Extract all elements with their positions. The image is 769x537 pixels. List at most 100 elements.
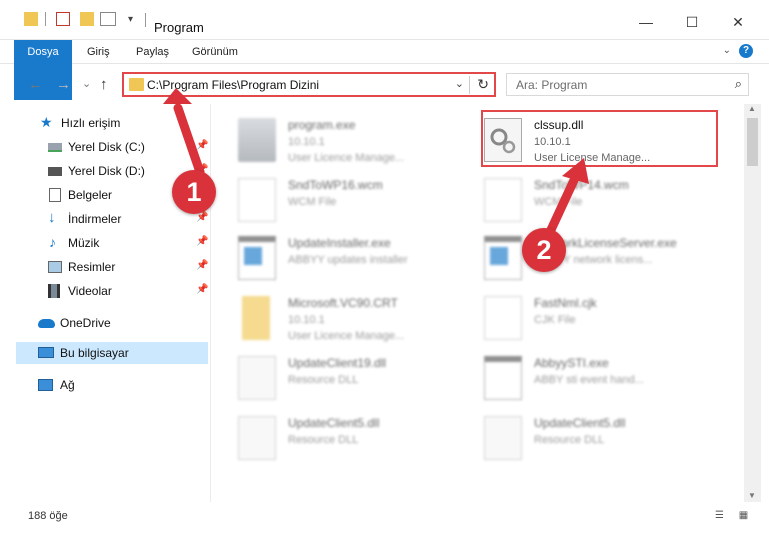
sidebar-item-label: Yerel Disk (C:) (68, 140, 145, 154)
customize-qa-icon[interactable]: ▾ (128, 14, 133, 30)
window-title: Program (154, 20, 204, 35)
pin-icon[interactable]: 📌 (196, 284, 208, 295)
refresh-icon[interactable]: ↻ (477, 76, 489, 93)
file-description: ABBYY updates installer (288, 254, 408, 266)
file-item[interactable]: FastNml.cjk CJK File (462, 288, 712, 348)
scroll-down-icon[interactable]: ▼ (748, 491, 756, 500)
ribbon-expand-icon[interactable]: ⌄ (723, 45, 731, 56)
new-folder-icon[interactable] (80, 12, 94, 26)
sidebar-item-downloads[interactable]: ↓ İndirmeler 📌 (16, 208, 208, 230)
file-item[interactable]: UpdateClient19.dll Resource DLL (216, 348, 466, 408)
recent-locations-button[interactable]: ⌄ (82, 77, 91, 90)
dll-icon (484, 416, 522, 460)
status-bar: 188 öğe ☰ ▦ (0, 502, 769, 537)
network-icon (38, 379, 53, 391)
file-type: WCM File (288, 196, 337, 208)
file-type: Resource DLL (288, 374, 359, 386)
drive-icon (48, 167, 62, 176)
file-item[interactable]: SndToWP14.wcm WCM File (462, 170, 712, 230)
sidebar-item-onedrive[interactable]: OneDrive (16, 312, 208, 334)
music-icon: ♪ (49, 234, 56, 250)
scroll-up-icon[interactable]: ▲ (748, 104, 756, 113)
sidebar-item-pictures[interactable]: Resimler 📌 (16, 256, 208, 278)
star-icon: ★ (40, 114, 53, 130)
file-description: User Licence Manage... (288, 152, 405, 164)
navigation-bar: ← → ⌄ ↑ C:\Program Files\Program Dizini … (0, 64, 769, 104)
videos-icon (48, 284, 60, 298)
folder-icon (129, 78, 144, 91)
sidebar-item-label: Bu bilgisayar (60, 346, 129, 360)
sidebar-item-network[interactable]: Ağ (16, 374, 208, 396)
sidebar-item-label: Belgeler (68, 188, 113, 202)
sidebar-item-label: Hızlı erişim (61, 116, 121, 130)
file-name: FastNml.cjk (534, 296, 597, 310)
tab-share[interactable]: Paylaş (127, 40, 178, 64)
view-toggle-icons[interactable]: ☰ ▦ (715, 510, 754, 521)
title-separator (145, 13, 146, 27)
minimize-button[interactable]: — (636, 12, 656, 32)
item-count: 188 öğe (28, 510, 68, 522)
step-badge-2: 2 (522, 228, 566, 272)
address-bar[interactable]: C:\Program Files\Program Dizini ⌄ ↻ (122, 72, 496, 97)
pin-icon[interactable]: 📌 (196, 140, 208, 151)
properties-icon[interactable] (56, 12, 70, 26)
blank-file-icon (238, 178, 276, 222)
file-version: 10.10.1 (288, 314, 325, 326)
exe-icon (238, 118, 276, 162)
sidebar-item-videos[interactable]: Videolar 📌 (16, 280, 208, 302)
file-name: AbbyySTI.exe (534, 356, 609, 370)
file-version: 10.10.1 (288, 136, 325, 148)
file-item[interactable]: UpdateClient5.dll Resource DLL (216, 408, 466, 468)
file-type: WCM File (534, 196, 583, 208)
file-name: UpdateClient19.dll (288, 356, 387, 370)
file-name: Microsoft.VC90.CRT (288, 296, 398, 310)
forward-button[interactable]: → (56, 76, 71, 93)
file-type: Resource DLL (288, 434, 359, 446)
sidebar-item-label: Müzik (68, 236, 100, 250)
file-item[interactable]: program.exe 10.10.1 User Licence Manage.… (216, 110, 466, 170)
pin-icon[interactable]: 📌 (196, 236, 208, 247)
help-icon[interactable]: ? (739, 44, 753, 58)
pin-icon[interactable]: 📌 (196, 260, 208, 271)
search-input[interactable]: Ara: Program ⌕ (506, 73, 749, 96)
sidebar-item-label: OneDrive (60, 316, 111, 330)
sidebar-item-music[interactable]: ♪ Müzik 📌 (16, 232, 208, 254)
address-separator (469, 76, 470, 94)
view-menu-icon[interactable] (100, 12, 116, 26)
documents-icon (49, 188, 61, 202)
sidebar-item-label: Videolar (68, 284, 112, 298)
file-item[interactable]: UpdateClient5.dll Resource DLL (462, 408, 712, 468)
pane-divider[interactable] (210, 104, 211, 502)
sidebar-item-label: Resimler (68, 260, 116, 274)
tab-view[interactable]: Görünüm (183, 40, 247, 64)
file-item[interactable]: NetworkLicenseServer.exe ABBYY network l… (462, 228, 712, 288)
file-name: UpdateInstaller.exe (288, 236, 391, 250)
file-name: UpdateClient5.dll (534, 416, 626, 430)
highlight-frame (481, 110, 718, 167)
sidebar-item-disk-c[interactable]: Yerel Disk (C:) 📌 (16, 136, 208, 158)
file-name: program.exe (288, 118, 356, 132)
file-item[interactable]: Microsoft.VC90.CRT 10.10.1 User Licence … (216, 288, 466, 348)
close-button[interactable]: ✕ (728, 12, 748, 32)
pictures-icon (48, 261, 62, 273)
back-button[interactable]: ← (28, 76, 43, 93)
file-item[interactable]: UpdateInstaller.exe ABBYY updates instal… (216, 228, 466, 288)
maximize-button[interactable]: ☐ (682, 12, 702, 32)
tab-home[interactable]: Giriş (78, 40, 119, 64)
file-item[interactable]: AbbyySTI.exe ABBY sti event hand... (462, 348, 712, 408)
up-button[interactable]: ↑ (100, 76, 108, 93)
file-description: ABBY sti event hand... (534, 374, 644, 386)
scrollbar-thumb[interactable] (747, 118, 758, 166)
window-app-icon (238, 236, 276, 280)
chevron-down-icon[interactable]: ⌄ (455, 77, 464, 90)
downloads-icon: ↓ (48, 209, 56, 226)
sidebar-item-quick-access[interactable]: ★ Hızlı erişim (16, 112, 208, 134)
sidebar-item-this-pc[interactable]: Bu bilgisayar (16, 342, 208, 364)
file-type: CJK File (534, 314, 576, 326)
window-app-icon (484, 356, 522, 400)
folder-icon[interactable] (24, 12, 38, 26)
window-app-icon (484, 236, 522, 280)
address-path[interactable]: C:\Program Files\Program Dizini (147, 78, 319, 92)
title-bar: ▾ Program — ☐ ✕ (0, 0, 769, 40)
file-item[interactable]: SndToWP16.wcm WCM File (216, 170, 466, 230)
